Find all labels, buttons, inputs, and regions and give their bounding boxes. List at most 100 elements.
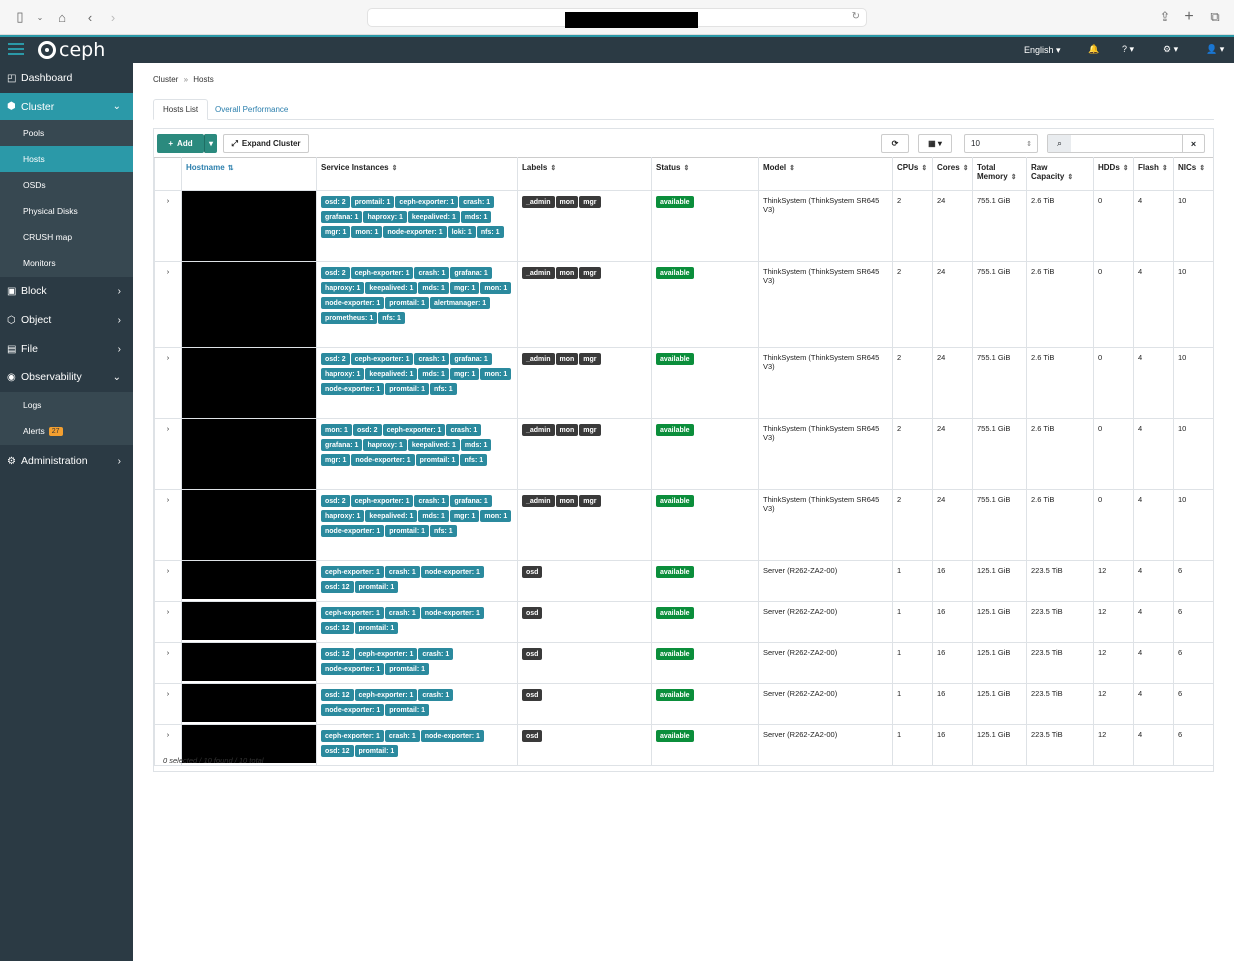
spinner-icon[interactable]: ⇕	[1026, 140, 1032, 148]
share-icon[interactable]: ⇪	[1157, 9, 1173, 25]
help-menu[interactable]: ? ▾	[1122, 44, 1134, 55]
table-row[interactable]: › ceph-exporter: 1 crash: 1 node-exporter: …	[154, 601, 1214, 643]
column-header-flash[interactable]: Flash ⇕	[1133, 157, 1174, 191]
breadcrumb-separator-icon: »	[183, 75, 189, 84]
service-badge: osd: 12	[321, 581, 354, 593]
settings-menu[interactable]: ⚙ ▾	[1163, 44, 1178, 55]
language-selector[interactable]: English ▾	[1024, 45, 1061, 56]
column-header-hdds[interactable]: HDDs ⇕	[1093, 157, 1134, 191]
sidebar-item-dashboard[interactable]: ◰ Dashboard	[0, 67, 133, 89]
hamburger-menu-icon[interactable]	[8, 43, 24, 57]
row-expand-toggle[interactable]: ›	[154, 642, 182, 684]
page-size-input[interactable]: 10 ⇕	[964, 134, 1038, 153]
hostname-cell[interactable]	[181, 347, 317, 419]
sidebar-item-object[interactable]: ⬡ Object ›	[0, 308, 133, 332]
add-dropdown-toggle[interactable]: ▾	[204, 134, 217, 153]
hostname-cell[interactable]	[181, 642, 317, 684]
row-expand-toggle[interactable]: ›	[154, 261, 182, 348]
cores-cell: 24	[932, 261, 973, 348]
column-header-service-instances[interactable]: Service Instances ⇕	[316, 157, 518, 191]
service-badge: alertmanager: 1	[430, 297, 491, 309]
sidebar-item-administration[interactable]: ⚙ Administration ›	[0, 449, 133, 473]
sidebar-toggle-icon[interactable]: ▯	[12, 9, 28, 25]
hostname-cell[interactable]	[181, 489, 317, 561]
sidebar-item-physical-disks[interactable]: Physical Disks	[0, 198, 133, 224]
column-header-status[interactable]: Status ⇕	[651, 157, 759, 191]
table-row[interactable]: › osd: 2 ceph-exporter: 1 crash: 1 grafana: …	[154, 489, 1214, 561]
sidebar-item-cluster[interactable]: ⬢ Cluster ⌄	[0, 93, 133, 120]
hostname-cell[interactable]	[181, 418, 317, 490]
search-input[interactable]	[1072, 135, 1182, 152]
table-row[interactable]: › ceph-exporter: 1 crash: 1 node-exporter: …	[154, 724, 1214, 766]
table-row[interactable]: › osd: 12 ceph-exporter: 1 crash: 1 node-exp…	[154, 683, 1214, 725]
hostname-cell[interactable]	[181, 601, 317, 643]
column-header-hostname[interactable]: Hostname ⇅	[181, 157, 317, 191]
sidebar-item-block[interactable]: ▣ Block ›	[0, 279, 133, 303]
row-expand-toggle[interactable]: ›	[154, 347, 182, 419]
column-toggle-button[interactable]: ▦ ▾	[918, 134, 952, 153]
chevron-down-icon[interactable]: ⌄	[32, 9, 48, 25]
sidebar-item-hosts[interactable]: Hosts	[0, 146, 133, 172]
row-expand-toggle[interactable]: ›	[154, 418, 182, 490]
refresh-button[interactable]: ⟳	[881, 134, 909, 153]
reload-icon[interactable]: ↻	[852, 11, 860, 22]
hostname-cell[interactable]	[181, 261, 317, 348]
service-instances-cell: ceph-exporter: 1 crash: 1 node-exporter: 1…	[316, 560, 518, 602]
sidebar-item-pools[interactable]: Pools	[0, 120, 133, 146]
sidebar-item-osds[interactable]: OSDs	[0, 172, 133, 198]
column-header-cpus[interactable]: CPUs ⇕	[892, 157, 933, 191]
forward-icon[interactable]: ›	[105, 9, 121, 25]
sidebar-item-file[interactable]: ▤ File ›	[0, 337, 133, 361]
tab-hosts-list[interactable]: Hosts List	[153, 99, 209, 120]
chevron-right-icon: ›	[166, 689, 170, 698]
column-header-model[interactable]: Model ⇕	[758, 157, 893, 191]
sidebar-item-monitors[interactable]: Monitors	[0, 250, 133, 276]
label-badge: mon	[555, 495, 579, 507]
hostname-cell[interactable]	[181, 190, 317, 262]
table-row[interactable]: › osd: 2 ceph-exporter: 1 crash: 1 grafana: …	[154, 347, 1214, 419]
add-button[interactable]: + Add	[157, 134, 204, 153]
hostname-cell[interactable]	[181, 683, 317, 725]
row-expand-toggle[interactable]: ›	[154, 683, 182, 725]
user-menu[interactable]: 👤 ▾	[1206, 44, 1224, 55]
service-badge: mgr: 1	[449, 368, 480, 380]
clear-search-icon[interactable]: ×	[1182, 135, 1204, 152]
service-badge: keepalived: 1	[407, 211, 460, 223]
column-header-labels[interactable]: Labels ⇕	[517, 157, 652, 191]
tab-overall-performance[interactable]: Overall Performance	[206, 99, 297, 120]
column-header-nics[interactable]: NICs ⇕	[1173, 157, 1214, 191]
sidebar-item-alerts[interactable]: Alerts 27	[0, 418, 133, 444]
table-row[interactable]: › osd: 2 promtail: 1 ceph-exporter: 1 crash:…	[154, 190, 1214, 262]
column-header-cores[interactable]: Cores ⇕	[932, 157, 973, 191]
eye-icon: ◉	[7, 371, 16, 383]
breadcrumb-cluster[interactable]: Cluster	[153, 75, 178, 84]
home-icon[interactable]: ⌂	[54, 9, 70, 25]
back-icon[interactable]: ‹	[82, 9, 98, 25]
column-header-total-memory[interactable]: Total Memory ⇕	[972, 157, 1027, 191]
cores-cell: 16	[932, 642, 973, 684]
ceph-logo[interactable]: ceph	[38, 39, 105, 61]
row-expand-toggle[interactable]: ›	[154, 601, 182, 643]
row-expand-toggle[interactable]: ›	[154, 560, 182, 602]
address-bar[interactable]: ↻	[367, 8, 867, 28]
row-expand-toggle[interactable]: ›	[154, 489, 182, 561]
sidebar-item-observability[interactable]: ◉ Observability ⌄	[0, 365, 133, 389]
hostname-cell[interactable]	[181, 560, 317, 602]
service-badge: crash: 1	[384, 566, 420, 578]
sidebar-item-logs[interactable]: Logs	[0, 392, 133, 418]
tabs-overview-icon[interactable]: ⧉	[1207, 9, 1223, 25]
new-tab-icon[interactable]: +	[1181, 8, 1197, 25]
table-row[interactable]: › osd: 2 ceph-exporter: 1 crash: 1 grafana: …	[154, 261, 1214, 348]
expand-cluster-button[interactable]: ⤢ Expand Cluster	[223, 134, 309, 153]
sidebar-item-crush-map[interactable]: CRUSH map	[0, 224, 133, 250]
table-row[interactable]: › osd: 12 ceph-exporter: 1 crash: 1 node-exp…	[154, 642, 1214, 684]
notifications-bell-icon[interactable]: 🔔	[1088, 44, 1099, 55]
service-instances-cell: osd: 2 ceph-exporter: 1 crash: 1 grafana: 1…	[316, 347, 518, 419]
table-row[interactable]: › ceph-exporter: 1 crash: 1 node-exporter: …	[154, 560, 1214, 602]
row-expand-toggle[interactable]: ›	[154, 190, 182, 262]
table-row[interactable]: › mon: 1 osd: 2 ceph-exporter: 1 crash: 1 gra…	[154, 418, 1214, 490]
flash-cell: 4	[1133, 190, 1174, 262]
column-header-raw-capacity[interactable]: Raw Capacity ⇕	[1026, 157, 1094, 191]
chevron-right-icon: ›	[166, 566, 170, 575]
labels-cell: _admin mon mgr	[517, 489, 652, 561]
